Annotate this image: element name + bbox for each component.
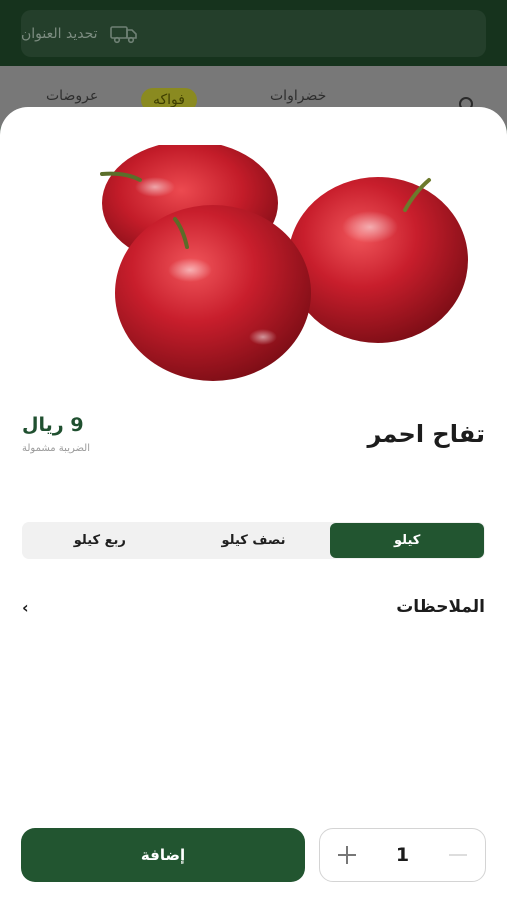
plus-icon[interactable] [334,842,360,868]
tab-vegetables[interactable]: خضراوات [270,88,326,104]
tab-offers[interactable]: عروضات [46,88,98,104]
unit-option-half-kilo[interactable]: نصف كيلو [177,523,331,558]
address-bar[interactable]: تحديد العنوان [21,10,486,57]
app-header: تحديد العنوان [0,0,507,66]
chevron-icon: › [22,597,29,617]
address-label: تحديد العنوان [21,25,98,42]
delivery-truck-icon [109,25,137,43]
product-name: تفاح احمر [367,420,486,448]
unit-option-kilo[interactable]: كيلو [330,523,484,558]
quantity-stepper: 1 [319,828,486,882]
tax-note: الضريبة مشمولة [22,443,90,454]
minus-icon[interactable] [445,842,471,868]
unit-selector: كيلو نصف كيلو ربع كيلو [22,522,485,559]
quantity-value: 1 [395,844,410,866]
product-price: 9 ريال [22,414,84,436]
unit-option-quarter-kilo[interactable]: ربع كيلو [23,523,177,558]
add-to-cart-button[interactable]: إضافة [21,828,305,882]
product-sheet: تفاح احمر 9 ريال الضريبة مشمولة كيلو نصف… [0,107,507,900]
notes-label: الملاحظات [396,597,485,617]
notes-row[interactable]: الملاحظات › [22,592,485,622]
red-apples-image [100,145,468,381]
